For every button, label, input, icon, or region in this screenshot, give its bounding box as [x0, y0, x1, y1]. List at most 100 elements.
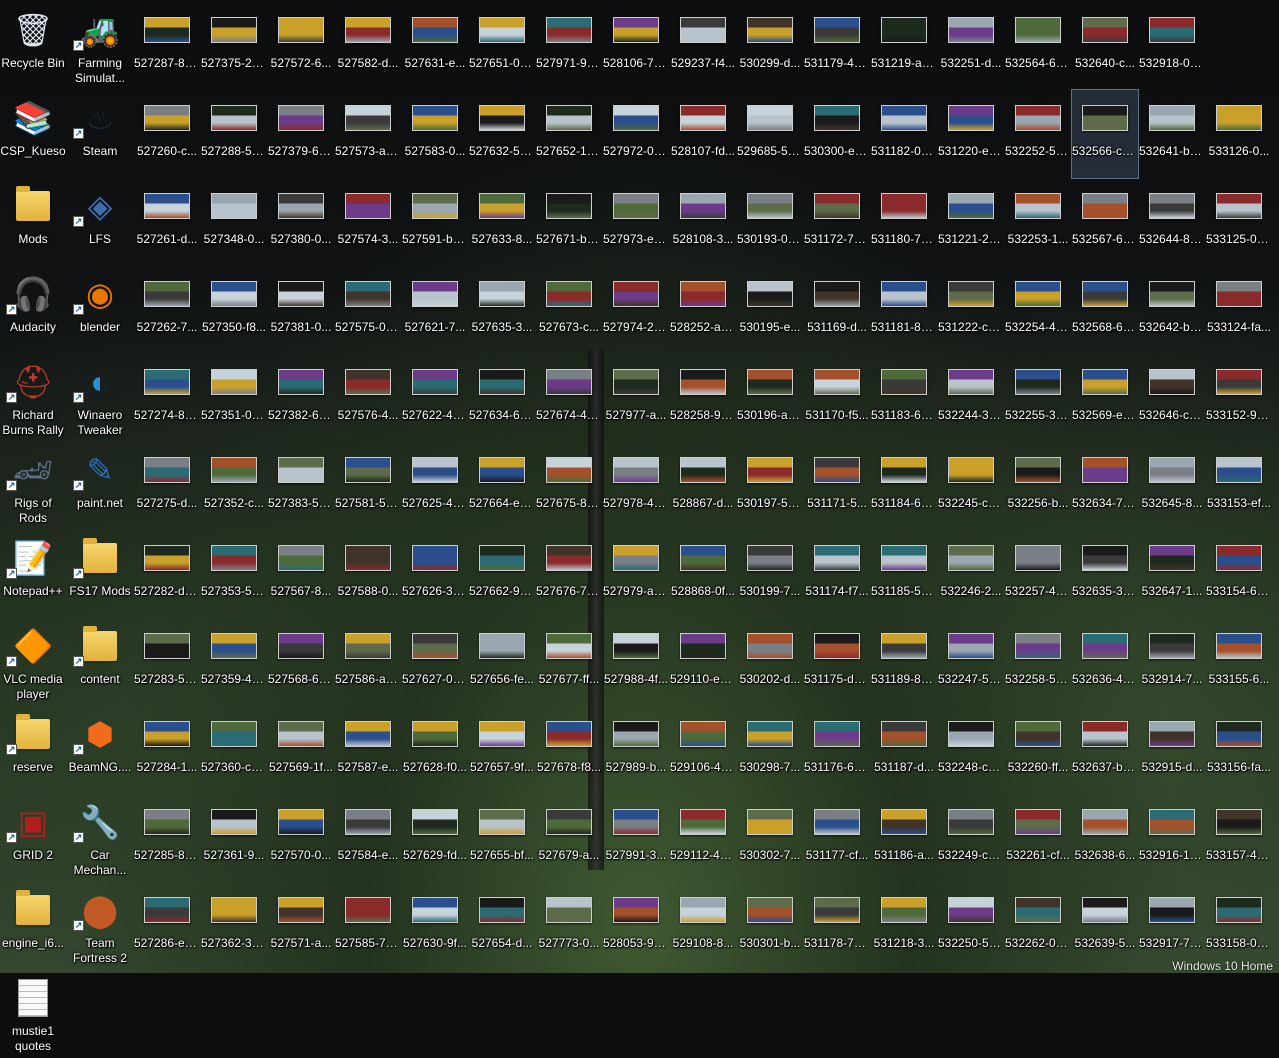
desktop-icon-beamng[interactable]: ⬢ ↗ BeamNG.... [67, 706, 133, 794]
screenshot-file-icon[interactable]: 527629-fd... [402, 794, 468, 882]
screenshot-file-icon[interactable]: 533156-fa... [1206, 706, 1272, 794]
screenshot-file-icon[interactable]: 528258-98... [670, 354, 736, 442]
screenshot-file-icon[interactable]: 527288-57... [201, 90, 267, 178]
desktop-icon-csp-kueso[interactable]: 📚 CSP_Kueso [0, 90, 66, 178]
screenshot-file-icon[interactable]: 531183-67... [871, 354, 937, 442]
desktop-icon-fs17-mods[interactable]: ↗ FS17 Mods [67, 530, 133, 618]
screenshot-file-icon[interactable]: 528106-77... [603, 2, 669, 90]
screenshot-file-icon[interactable]: 527570-0... [268, 794, 334, 882]
screenshot-file-icon[interactable]: 532639-5... [1072, 882, 1138, 970]
screenshot-file-icon[interactable]: 527633-8... [469, 178, 535, 266]
screenshot-file-icon[interactable]: 532248-c4... [938, 706, 1004, 794]
screenshot-file-icon[interactable]: 532646-c3... [1139, 354, 1205, 442]
screenshot-file-icon[interactable]: 527675-80... [536, 442, 602, 530]
screenshot-file-icon[interactable]: 530199-7... [737, 530, 803, 618]
screenshot-file-icon[interactable]: 527352-c... [201, 442, 267, 530]
screenshot-file-icon[interactable]: 530300-e3... [804, 90, 870, 178]
screenshot-file-icon[interactable]: 532244-36... [938, 354, 1004, 442]
screenshot-file-icon[interactable]: 527574-3... [335, 178, 401, 266]
screenshot-file-icon[interactable]: 527375-25... [201, 2, 267, 90]
desktop-icon-content[interactable]: ↗ content [67, 618, 133, 706]
screenshot-file-icon[interactable]: 530196-a2... [737, 354, 803, 442]
screenshot-file-icon[interactable]: 527350-f8... [201, 266, 267, 354]
screenshot-file-icon[interactable]: 527988-4f... [603, 618, 669, 706]
screenshot-file-icon[interactable]: 532569-e0... [1072, 354, 1138, 442]
screenshot-file-icon[interactable]: 527287-81... [134, 2, 200, 90]
screenshot-file-icon[interactable]: 527678-f8... [536, 706, 602, 794]
screenshot-file-icon[interactable]: 532564-62... [1005, 2, 1071, 90]
screenshot-file-icon[interactable]: 527621-7... [402, 266, 468, 354]
screenshot-file-icon[interactable]: 529108-8... [670, 882, 736, 970]
screenshot-file-icon[interactable]: 527974-29... [603, 266, 669, 354]
screenshot-file-icon[interactable]: 527626-36... [402, 530, 468, 618]
screenshot-file-icon[interactable]: 531222-c2... [938, 266, 1004, 354]
desktop-icon-richard-burns-rally[interactable]: ⛑ ↗ Richard Burns Rally [0, 354, 66, 442]
screenshot-file-icon[interactable]: 527382-67... [268, 354, 334, 442]
screenshot-file-icon[interactable]: 527581-53... [335, 442, 401, 530]
screenshot-file-icon[interactable]: 527360-c4... [201, 706, 267, 794]
screenshot-file-icon[interactable]: 527989-b... [603, 706, 669, 794]
screenshot-file-icon[interactable]: 527630-9f... [402, 882, 468, 970]
screenshot-file-icon[interactable]: 532634-74... [1072, 442, 1138, 530]
screenshot-file-icon[interactable]: 529112-44... [670, 794, 736, 882]
screenshot-file-icon[interactable]: 533157-4e... [1206, 794, 1272, 882]
desktop-icon-paint-net[interactable]: ✎ ↗ paint.net [67, 442, 133, 530]
screenshot-file-icon[interactable]: 532645-8... [1139, 442, 1205, 530]
desktop-icon-engine-i6[interactable]: engine_i6... [0, 882, 66, 970]
screenshot-file-icon[interactable]: 531186-a... [871, 794, 937, 882]
screenshot-file-icon[interactable]: 527679-a... [536, 794, 602, 882]
screenshot-file-icon[interactable]: 532250-5d... [938, 882, 1004, 970]
screenshot-file-icon[interactable]: 533155-6... [1206, 618, 1272, 706]
screenshot-file-icon[interactable]: 527569-1f... [268, 706, 334, 794]
screenshot-file-icon[interactable]: 527285-83... [134, 794, 200, 882]
screenshot-file-icon[interactable]: 532261-cf... [1005, 794, 1071, 882]
screenshot-file-icon[interactable]: 532636-46... [1072, 618, 1138, 706]
screenshot-file-icon[interactable]: 527991-3... [603, 794, 669, 882]
screenshot-file-icon[interactable]: 527773-0... [536, 882, 602, 970]
desktop-icon-grid-2[interactable]: ▣ ↗ GRID 2 [0, 794, 66, 882]
screenshot-file-icon[interactable]: 528053-98... [603, 882, 669, 970]
screenshot-file-icon[interactable]: 531171-5... [804, 442, 870, 530]
screenshot-file-icon[interactable]: 527622-40... [402, 354, 468, 442]
desktop-icon-reserve[interactable]: ↗ reserve [0, 706, 66, 794]
screenshot-file-icon[interactable]: 532260-ff... [1005, 706, 1071, 794]
screenshot-file-icon[interactable]: 531220-e0... [938, 90, 1004, 178]
screenshot-file-icon[interactable]: 529110-e1... [670, 618, 736, 706]
screenshot-file-icon[interactable]: 527971-92... [536, 2, 602, 90]
screenshot-file-icon[interactable]: 527575-0a... [335, 266, 401, 354]
desktop-icon-steam[interactable]: ♨ ↗ Steam [67, 90, 133, 178]
screenshot-file-icon[interactable]: 527635-3... [469, 266, 535, 354]
screenshot-file-icon[interactable]: 527348-0... [201, 178, 267, 266]
screenshot-file-icon[interactable]: 527972-04... [603, 90, 669, 178]
screenshot-file-icon[interactable]: 530302-7... [737, 794, 803, 882]
screenshot-file-icon[interactable]: 527664-ec... [469, 442, 535, 530]
screenshot-file-icon[interactable]: 532640-c... [1072, 2, 1138, 90]
screenshot-file-icon[interactable]: 527353-55... [201, 530, 267, 618]
screenshot-file-icon[interactable]: 532635-35... [1072, 530, 1138, 618]
screenshot-file-icon[interactable]: 531169-d... [804, 266, 870, 354]
screenshot-file-icon[interactable]: 531185-57... [871, 530, 937, 618]
screenshot-file-icon[interactable]: 533124-fa... [1206, 266, 1272, 354]
screenshot-file-icon[interactable]: 527359-4a... [201, 618, 267, 706]
desktop-icon-team-fortress-2[interactable]: ⬤ ↗ Team Fortress 2 [67, 882, 133, 970]
screenshot-file-icon[interactable]: 527568-6e... [268, 618, 334, 706]
screenshot-file-icon[interactable]: 528868-0f... [670, 530, 736, 618]
screenshot-file-icon[interactable]: 532262-08... [1005, 882, 1071, 970]
screenshot-file-icon[interactable]: 531181-83... [871, 266, 937, 354]
desktop-icon-lfs[interactable]: ◈ ↗ LFS [67, 178, 133, 266]
screenshot-file-icon[interactable]: 527381-0... [268, 266, 334, 354]
screenshot-file-icon[interactable]: 527657-9f... [469, 706, 535, 794]
screenshot-file-icon[interactable]: 530202-d... [737, 618, 803, 706]
screenshot-file-icon[interactable]: 531176-6e... [804, 706, 870, 794]
screenshot-file-icon[interactable]: 527275-d... [134, 442, 200, 530]
screenshot-file-icon[interactable]: 527582-d... [335, 2, 401, 90]
screenshot-file-icon[interactable]: 532257-4e... [1005, 530, 1071, 618]
screenshot-file-icon[interactable]: 527282-d0... [134, 530, 200, 618]
screenshot-file-icon[interactable]: 527671-ba... [536, 178, 602, 266]
screenshot-file-icon[interactable]: 527362-30... [201, 882, 267, 970]
desktop-icon-mustie1-quotes[interactable]: mustie1 quotes [0, 970, 66, 1058]
screenshot-file-icon[interactable]: 530193-02... [737, 178, 803, 266]
screenshot-file-icon[interactable]: 527674-43... [536, 354, 602, 442]
screenshot-file-icon[interactable]: 527627-09... [402, 618, 468, 706]
screenshot-file-icon[interactable]: 532642-b6... [1139, 266, 1205, 354]
